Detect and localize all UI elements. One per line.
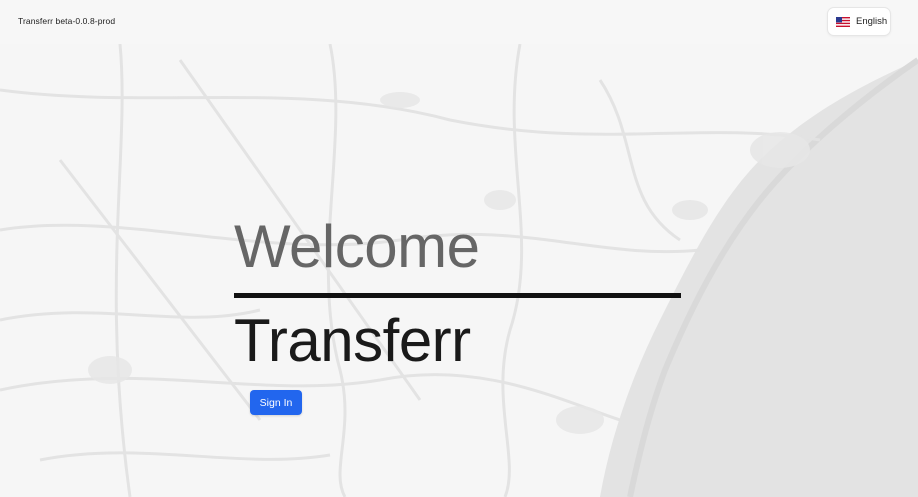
language-label: English bbox=[856, 16, 888, 27]
top-bar: Transferr beta-0.0.8-prod English bbox=[0, 0, 918, 44]
hero-divider bbox=[234, 293, 681, 298]
sign-in-button[interactable]: Sign In bbox=[250, 390, 302, 415]
app-title: Transferr bbox=[234, 307, 471, 374]
app-version-label: Transferr beta-0.0.8-prod bbox=[18, 16, 116, 26]
us-flag-icon bbox=[836, 16, 850, 27]
welcome-heading: Welcome bbox=[234, 213, 480, 280]
landing-page: Transferr beta-0.0.8-prod English Welcom… bbox=[0, 0, 918, 497]
language-selector-button[interactable]: English bbox=[827, 7, 891, 36]
